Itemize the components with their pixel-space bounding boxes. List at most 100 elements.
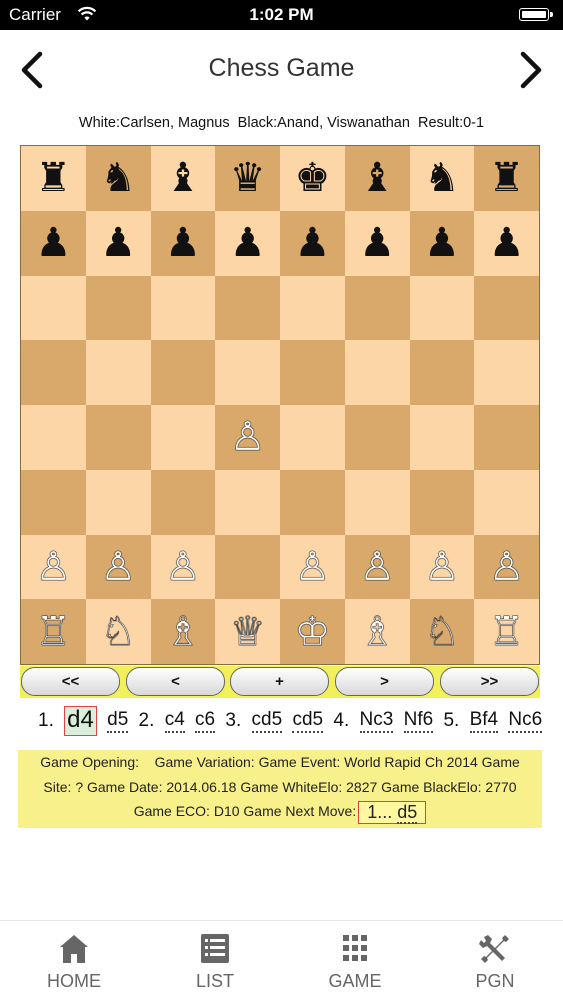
black-piece[interactable]: ♞ [424,158,460,198]
black-piece[interactable]: ♞ [100,158,136,198]
board-square[interactable]: ♟ [474,210,539,276]
board-square[interactable] [21,405,86,470]
board-square[interactable]: ♗ [344,599,410,664]
tab-list[interactable]: LIST [145,921,285,1001]
board-square[interactable]: ♞ [409,146,475,211]
board-square[interactable] [150,340,216,405]
tab-game[interactable]: GAME [285,921,425,1001]
move-item[interactable]: c6 [195,709,216,733]
board-square[interactable]: ♖ [21,599,86,664]
board-square[interactable] [280,275,345,341]
board-square[interactable] [21,469,86,535]
board-square[interactable] [85,469,151,535]
move-item[interactable]: c4 [164,709,185,733]
white-piece[interactable]: ♗ [165,611,201,651]
board-square[interactable] [409,275,475,341]
move-item[interactable]: cd5 [251,709,283,733]
white-piece[interactable]: ♔ [294,611,330,651]
board-square[interactable] [344,340,410,405]
board-square[interactable]: ♟ [150,210,216,276]
board-square[interactable]: ♟ [344,210,410,276]
board-square[interactable] [215,469,280,535]
board-square[interactable]: ♙ [21,534,86,600]
chess-board[interactable]: ♜ ♞ ♝ ♛ ♚ ♝ ♞ ♜ ♟ ♟ ♟ ♟ ♟ ♟ ♟ ♟ ♙ ♙ ♙ ♙ ♙ ♙ ♙ ♙ ♖ ♘ ♗ ♕ ♔ ♗ ♘ ♖ [20,145,540,665]
board-square[interactable] [150,405,216,470]
board-square[interactable]: ♙ [409,534,475,600]
white-piece[interactable]: ♙ [359,547,395,587]
black-piece[interactable]: ♟ [100,223,136,263]
black-piece[interactable]: ♟ [294,223,330,263]
white-piece[interactable]: ♖ [488,611,524,651]
move-item[interactable]: Nf6 [403,709,434,733]
white-piece[interactable]: ♙ [35,547,71,587]
board-square[interactable]: ♞ [85,146,151,211]
white-piece[interactable]: ♙ [229,417,265,457]
black-piece[interactable]: ♟ [424,223,460,263]
black-piece[interactable]: ♟ [489,223,525,263]
current-move[interactable]: d4 [64,706,97,736]
board-square[interactable]: ♘ [409,599,475,664]
next-move-button[interactable]: > [335,667,434,696]
white-piece[interactable]: ♗ [359,611,395,651]
board-square[interactable]: ♔ [280,599,345,664]
board-square[interactable] [21,340,86,405]
board-square[interactable]: ♘ [85,599,151,664]
board-square[interactable]: ♕ [215,599,280,664]
board-square[interactable]: ♙ [280,534,345,600]
board-square[interactable]: ♜ [21,146,86,211]
black-piece[interactable]: ♟ [165,223,201,263]
white-piece[interactable]: ♘ [424,611,460,651]
board-square[interactable]: ♟ [409,210,475,276]
board-square[interactable]: ♙ [215,405,280,470]
plus-button[interactable]: + [230,667,329,696]
board-square[interactable]: ♟ [85,210,151,276]
board-square[interactable] [21,275,86,341]
next-move-link[interactable]: 1... d5 [358,801,427,824]
board-square[interactable]: ♟ [21,210,86,276]
board-square[interactable] [150,275,216,341]
last-move-button[interactable]: >> [440,667,539,696]
board-square[interactable]: ♙ [344,534,410,600]
board-square[interactable] [150,469,216,535]
black-piece[interactable]: ♝ [165,158,201,198]
black-piece[interactable]: ♛ [230,158,266,198]
board-square[interactable] [344,275,410,341]
board-square[interactable]: ♖ [474,599,539,664]
black-piece[interactable]: ♜ [35,158,71,198]
black-piece[interactable]: ♜ [489,158,525,198]
board-square[interactable] [215,340,280,405]
board-square[interactable] [474,469,539,535]
board-square[interactable] [85,405,151,470]
previous-move-button[interactable]: < [126,667,225,696]
board-square[interactable] [474,405,539,470]
white-piece[interactable]: ♙ [488,547,524,587]
tab-home[interactable]: HOME [4,921,144,1001]
black-piece[interactable]: ♝ [359,158,395,198]
black-piece[interactable]: ♟ [35,223,71,263]
move-item[interactable]: Nc6 [508,709,543,733]
board-square[interactable] [344,469,410,535]
black-piece[interactable]: ♟ [359,223,395,263]
board-square[interactable] [409,340,475,405]
board-square[interactable] [344,405,410,470]
white-piece[interactable]: ♙ [100,547,136,587]
board-square[interactable] [280,340,345,405]
black-piece[interactable]: ♟ [230,223,266,263]
board-square[interactable]: ♙ [474,534,539,600]
first-move-button[interactable]: << [21,667,120,696]
board-square[interactable] [474,340,539,405]
board-square[interactable]: ♟ [280,210,345,276]
board-square[interactable]: ♜ [474,146,539,211]
board-square[interactable]: ♝ [344,146,410,211]
board-square[interactable] [474,275,539,341]
white-piece[interactable]: ♙ [424,547,460,587]
board-square[interactable]: ♙ [150,534,216,600]
board-square[interactable]: ♛ [215,146,280,211]
forward-button[interactable] [509,48,549,92]
board-square[interactable]: ♝ [150,146,216,211]
board-square[interactable] [215,275,280,341]
white-piece[interactable]: ♙ [294,547,330,587]
white-piece[interactable]: ♘ [100,611,136,651]
tab-pgn[interactable]: PGN [425,921,563,1001]
board-square[interactable] [215,534,280,600]
